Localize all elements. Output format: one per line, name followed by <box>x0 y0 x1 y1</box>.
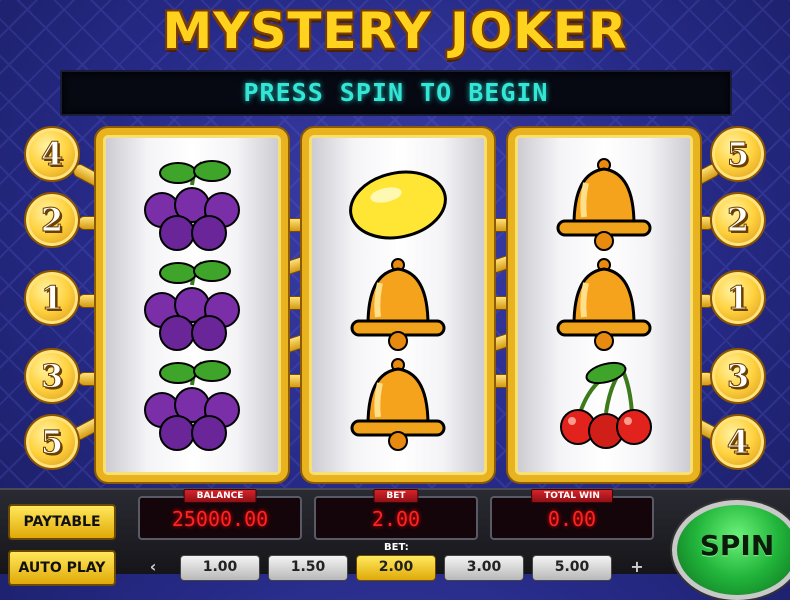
bet-next-button[interactable]: + <box>628 556 646 578</box>
bet-option-button[interactable]: 1.50 <box>268 555 348 581</box>
payline-marker-left[interactable]: 5 <box>24 414 80 470</box>
balance-value: 25000.00 <box>171 507 269 531</box>
plum-icon <box>103 353 281 457</box>
bell-icon <box>515 153 693 257</box>
payline-marker-left[interactable]: 1 <box>24 270 80 326</box>
payline-marker-right[interactable]: 3 <box>710 348 766 404</box>
spin-button-label: SPIN <box>699 529 775 562</box>
plum-icon <box>103 153 281 257</box>
bet-panel: BET 2.00 <box>314 489 478 540</box>
payline-marker-left[interactable]: 2 <box>24 192 80 248</box>
reel-2 <box>302 128 494 482</box>
payline-marker-left[interactable]: 4 <box>24 126 80 182</box>
message-text: PRESS SPIN TO BEGIN <box>243 78 549 107</box>
bet-selector-label: BET: <box>384 542 409 553</box>
payline-marker-right[interactable]: 4 <box>710 414 766 470</box>
bell-icon <box>309 353 487 457</box>
payline-marker-right[interactable]: 2 <box>710 192 766 248</box>
bet-option-button[interactable]: 5.00 <box>532 555 612 581</box>
total-win-label: TOTAL WIN <box>531 489 613 503</box>
bet-option-button-selected[interactable]: 2.00 <box>356 555 436 581</box>
payline-marker-right[interactable]: 1 <box>710 270 766 326</box>
balance-panel: BALANCE 25000.00 <box>138 489 302 540</box>
spin-button[interactable]: SPIN <box>672 500 790 600</box>
bet-option-button[interactable]: 3.00 <box>444 555 524 581</box>
game-title: MYSTERY JOKER <box>162 2 628 60</box>
lemon-icon <box>309 153 487 257</box>
bell-icon <box>515 253 693 357</box>
bet-prev-button[interactable]: ‹ <box>144 556 162 578</box>
payline-marker-right[interactable]: 5 <box>710 126 766 182</box>
total-win-panel: TOTAL WIN 0.00 <box>490 489 654 540</box>
reel-1 <box>96 128 288 482</box>
paytable-button[interactable]: PAYTABLE <box>8 504 116 540</box>
autoplay-button[interactable]: AUTO PLAY <box>8 550 116 586</box>
bet-value: 2.00 <box>371 507 421 531</box>
payline-marker-left[interactable]: 3 <box>24 348 80 404</box>
plum-icon <box>103 253 281 357</box>
bell-icon <box>309 253 487 357</box>
bet-option-button[interactable]: 1.00 <box>180 555 260 581</box>
total-win-value: 0.00 <box>547 507 597 531</box>
bet-label: BET <box>373 489 419 503</box>
balance-label: BALANCE <box>183 489 257 503</box>
reel-3 <box>508 128 700 482</box>
cherry-icon <box>515 353 693 457</box>
message-bar: PRESS SPIN TO BEGIN <box>60 70 732 116</box>
